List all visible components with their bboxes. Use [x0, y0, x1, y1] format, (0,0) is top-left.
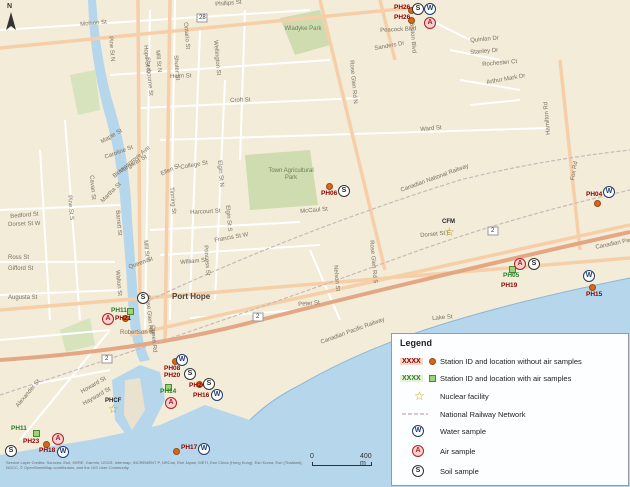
soil-sample-icon[interactable]: S — [338, 185, 350, 197]
legend-item-soil: S Soil sample — [400, 464, 479, 478]
scale-end: 400 m — [360, 453, 372, 467]
star-icon: ☆ — [414, 389, 425, 403]
station-marker[interactable] — [173, 448, 180, 455]
station-label: PH21 — [115, 315, 132, 322]
place-label: Port Hope — [172, 292, 211, 301]
air-sample-icon[interactable]: A — [52, 433, 64, 445]
station-label: PH05 — [503, 272, 520, 279]
soil-sample-icon[interactable]: S — [203, 378, 215, 390]
shield-2: 2 — [105, 356, 109, 362]
air-sample-icon[interactable]: A — [165, 397, 177, 409]
water-sample-icon[interactable]: W — [198, 443, 210, 455]
station-label: PH11 — [11, 425, 27, 432]
legend-item-air: XXXX Station ID and location with air sa… — [400, 373, 572, 383]
soil-sample-icon[interactable]: S — [184, 368, 196, 380]
legend: Legend XXXX Station ID and location with… — [391, 333, 629, 486]
legend-item-noair: XXXX Station ID and location without air… — [400, 356, 582, 366]
water-sample-icon[interactable]: W — [57, 446, 69, 458]
station-label: PH19 — [501, 282, 518, 289]
legend-title: Legend — [400, 338, 433, 348]
station-marker[interactable] — [326, 183, 333, 190]
soil-sample-icon[interactable]: S — [137, 292, 149, 304]
shield-2: 2 — [256, 314, 260, 320]
soil-sample-icon[interactable]: S — [5, 445, 17, 457]
street-label: Augusta St — [8, 295, 38, 301]
north-arrow: N — [4, 3, 18, 32]
scale-start: 0 — [310, 453, 314, 460]
station-square-icon — [428, 374, 436, 382]
air-sample-icon[interactable]: A — [424, 17, 436, 29]
station-marker[interactable] — [594, 200, 601, 207]
station-label: PH26 — [394, 14, 411, 21]
street-label: Gifford St — [8, 266, 34, 272]
station-label: PH14 — [160, 388, 177, 395]
facility-label: PHCF — [105, 398, 122, 404]
nuclear-facility-icon[interactable]: ☆ — [444, 226, 455, 238]
station-label: PH04 — [586, 191, 603, 198]
legend-item-water: W Water sample — [400, 424, 486, 438]
station-label: PH16 — [193, 392, 210, 399]
station-marker[interactable] — [589, 284, 596, 291]
street-label: Croft St — [230, 97, 251, 104]
legend-item-nuclear: ☆ Nuclear facility — [414, 389, 489, 403]
station-label: PH11 — [111, 307, 127, 314]
street-label: Ross St — [8, 255, 30, 261]
soil-sample-icon: S — [412, 465, 424, 477]
air-sample-icon[interactable]: A — [514, 258, 526, 270]
station-label: PH26 — [394, 4, 411, 11]
facility-label: CFM — [442, 219, 455, 225]
station-marker[interactable] — [33, 430, 40, 437]
station-label: PH17 — [181, 444, 198, 451]
map-canvas[interactable]: 28 2 2 2 Molson St Phillips St Pine St N On… — [0, 0, 630, 487]
street-label: Helm St — [170, 73, 192, 80]
station-label: PH23 — [23, 438, 40, 445]
water-sample-icon[interactable]: W — [176, 354, 188, 366]
soil-sample-icon[interactable]: S — [412, 3, 424, 15]
service-credits: Service Layer Credits: Sources: Esri, HE… — [6, 460, 303, 471]
water-sample-icon: W — [412, 425, 424, 437]
nuclear-facility-icon[interactable]: ☆ — [108, 403, 119, 415]
rail-line-icon — [402, 413, 428, 415]
air-sample-icon: A — [412, 445, 424, 457]
street-label: Dorset St W — [8, 220, 41, 228]
park-label: Town Agricultural Park — [268, 168, 314, 181]
legend-item-air-sample: A Air sample — [400, 444, 475, 458]
shield-2: 2 — [491, 228, 495, 234]
water-sample-icon[interactable]: W — [424, 3, 436, 15]
station-label: PH06 — [321, 190, 338, 197]
park-label: Wladyke Park — [284, 26, 322, 32]
air-sample-icon[interactable]: A — [102, 313, 114, 325]
soil-sample-icon[interactable]: S — [528, 258, 540, 270]
legend-item-rail: National Railway Network — [400, 407, 525, 421]
water-sample-icon[interactable]: W — [603, 186, 615, 198]
station-dot-icon — [428, 357, 436, 365]
scale-bar: 0 400 m — [310, 453, 372, 467]
station-label: PH20 — [164, 372, 181, 379]
shield-28: 28 — [199, 15, 206, 21]
station-label: PH18 — [39, 447, 56, 454]
water-sample-icon[interactable]: W — [211, 389, 223, 401]
station-label: PH15 — [586, 291, 603, 298]
water-sample-icon[interactable]: W — [583, 270, 595, 282]
station-marker[interactable] — [127, 308, 134, 315]
